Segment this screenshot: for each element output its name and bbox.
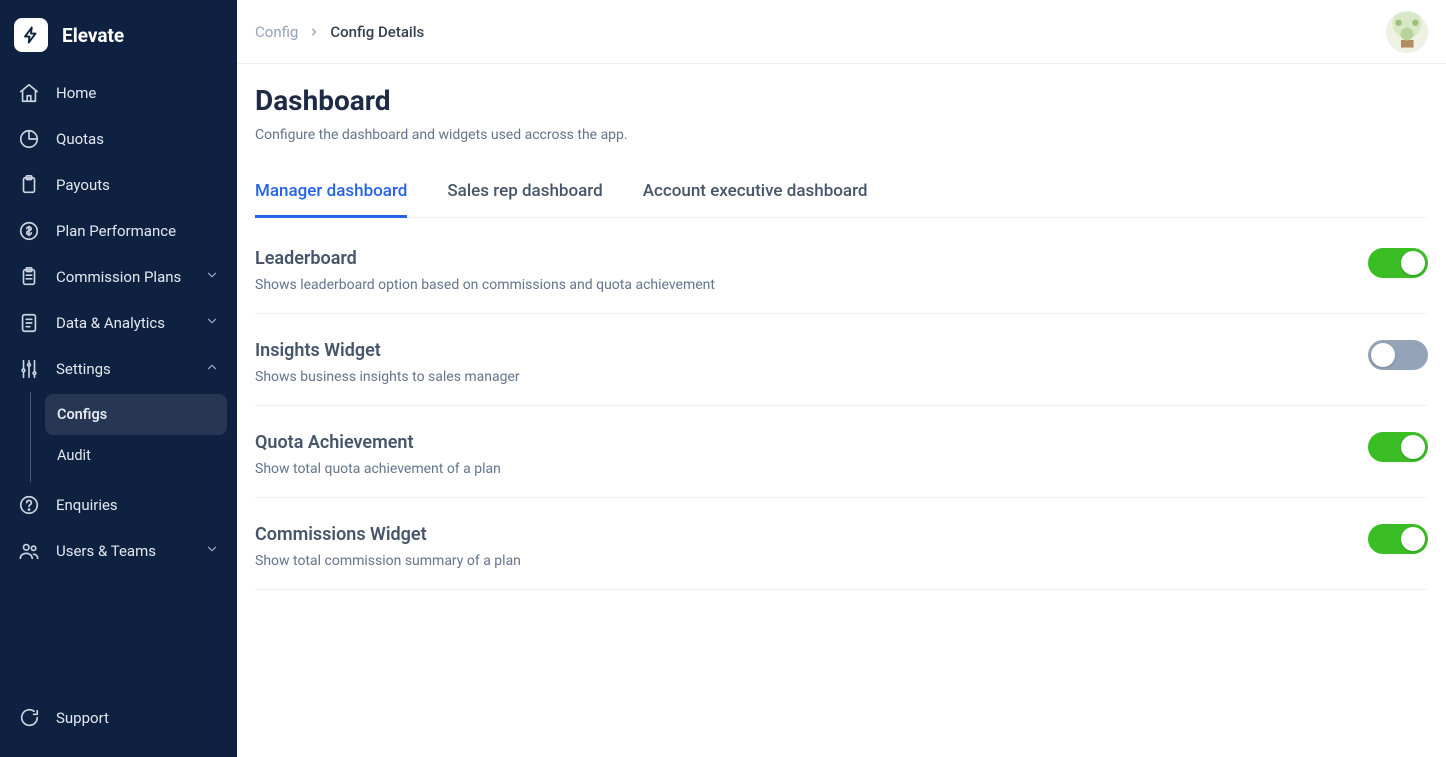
sub-item-audit[interactable]: Audit (45, 435, 227, 476)
sidebar-item-quotas[interactable]: Quotas (10, 116, 227, 162)
setting-info: Quota Achievement Show total quota achiev… (255, 432, 501, 477)
setting-info: Insights Widget Shows business insights t… (255, 340, 520, 385)
setting-title: Quota Achievement (255, 432, 501, 453)
breadcrumb-current: Config Details (330, 23, 424, 41)
sidebar-item-data-analytics[interactable]: Data & Analytics (10, 300, 227, 346)
clipboard-list-icon (18, 266, 40, 288)
toggle-knob (1371, 343, 1395, 367)
chevron-down-icon (205, 268, 219, 286)
setting-row: Insights Widget Shows business insights t… (255, 314, 1428, 406)
breadcrumb: Config Config Details (255, 23, 424, 41)
sidebar-item-commission-plans[interactable]: Commission Plans (10, 254, 227, 300)
tab-manager-dashboard[interactable]: Manager dashboard (255, 171, 407, 218)
sidebar-item-home[interactable]: Home (10, 70, 227, 116)
sidebar-item-label: Plan Performance (56, 222, 176, 240)
sidebar-item-label: Data & Analytics (56, 314, 165, 332)
setting-title: Leaderboard (255, 248, 715, 269)
toggle-knob (1401, 527, 1425, 551)
topbar: Config Config Details (237, 0, 1446, 64)
sub-item-configs[interactable]: Configs (45, 394, 227, 435)
brand-logo (14, 18, 48, 52)
tabs: Manager dashboard Sales rep dashboard Ac… (255, 171, 1428, 218)
content: Dashboard Configure the dashboard and wi… (237, 64, 1446, 630)
bolt-icon (22, 26, 40, 44)
tab-label: Account executive dashboard (643, 181, 868, 201)
setting-toggle[interactable] (1368, 432, 1428, 462)
users-icon (18, 540, 40, 562)
setting-info: Commissions Widget Show total commission … (255, 524, 521, 569)
pie-icon (18, 128, 40, 150)
sidebar-item-label: Home (56, 84, 96, 102)
tab-sales-rep-dashboard[interactable]: Sales rep dashboard (447, 171, 602, 217)
setting-toggle[interactable] (1368, 524, 1428, 554)
toggle-knob (1401, 251, 1425, 275)
sliders-icon (18, 358, 40, 380)
dollar-circle-icon (18, 220, 40, 242)
sidebar-item-label: Enquiries (56, 496, 118, 514)
setting-row: Commissions Widget Show total commission … (255, 498, 1428, 590)
sidebar-item-payouts[interactable]: Payouts (10, 162, 227, 208)
setting-toggle[interactable] (1368, 248, 1428, 278)
breadcrumb-root[interactable]: Config (255, 23, 298, 41)
settings-subnav: Configs Audit (30, 392, 227, 482)
tab-account-executive-dashboard[interactable]: Account executive dashboard (643, 171, 868, 217)
tab-label: Manager dashboard (255, 181, 407, 201)
home-icon (18, 82, 40, 104)
sidebar-item-label: Quotas (56, 130, 104, 148)
sidebar-item-label: Commission Plans (56, 268, 181, 286)
setting-description: Shows business insights to sales manager (255, 369, 520, 385)
tab-label: Sales rep dashboard (447, 181, 602, 201)
setting-info: Leaderboard Shows leaderboard option base… (255, 248, 715, 293)
setting-description: Show total commission summary of a plan (255, 553, 521, 569)
chat-icon (18, 707, 40, 729)
help-circle-icon (18, 494, 40, 516)
sidebar-nav: Home Quotas Payouts Plan Performance Com… (0, 62, 237, 685)
chevron-right-icon (308, 26, 320, 38)
sidebar-item-settings[interactable]: Settings (10, 346, 227, 392)
page-subtitle: Configure the dashboard and widgets used… (255, 127, 1428, 143)
chevron-up-icon (205, 360, 219, 378)
sidebar-item-enquiries[interactable]: Enquiries (10, 482, 227, 528)
sidebar-item-label: Support (56, 709, 109, 727)
setting-description: Show total quota achievement of a plan (255, 461, 501, 477)
sub-item-label: Configs (57, 406, 107, 423)
sidebar-item-users-teams[interactable]: Users & Teams (10, 528, 227, 574)
toggle-knob (1401, 435, 1425, 459)
setting-description: Shows leaderboard option based on commis… (255, 277, 715, 293)
sidebar-item-label: Payouts (56, 176, 110, 194)
chevron-down-icon (205, 542, 219, 560)
chevron-down-icon (205, 314, 219, 332)
sidebar-item-label: Settings (56, 360, 111, 378)
brand-name: Elevate (62, 24, 124, 47)
clipboard-icon (18, 174, 40, 196)
setting-title: Commissions Widget (255, 524, 521, 545)
setting-title: Insights Widget (255, 340, 520, 361)
main: Config Config Details Dashboard Configur… (237, 0, 1446, 757)
sidebar-item-support[interactable]: Support (10, 695, 227, 741)
page-title: Dashboard (255, 84, 1428, 117)
sub-item-label: Audit (57, 447, 91, 464)
sidebar-item-plan-performance[interactable]: Plan Performance (10, 208, 227, 254)
sidebar-item-label: Users & Teams (56, 542, 156, 560)
avatar[interactable] (1386, 11, 1428, 53)
setting-row: Quota Achievement Show total quota achiev… (255, 406, 1428, 498)
settings-list: Leaderboard Shows leaderboard option base… (255, 218, 1428, 590)
sidebar: Elevate Home Quotas Payouts Plan Perform… (0, 0, 237, 757)
document-icon (18, 312, 40, 334)
brand[interactable]: Elevate (0, 10, 237, 62)
setting-row: Leaderboard Shows leaderboard option base… (255, 218, 1428, 314)
setting-toggle[interactable] (1368, 340, 1428, 370)
sidebar-footer: Support (0, 685, 237, 757)
